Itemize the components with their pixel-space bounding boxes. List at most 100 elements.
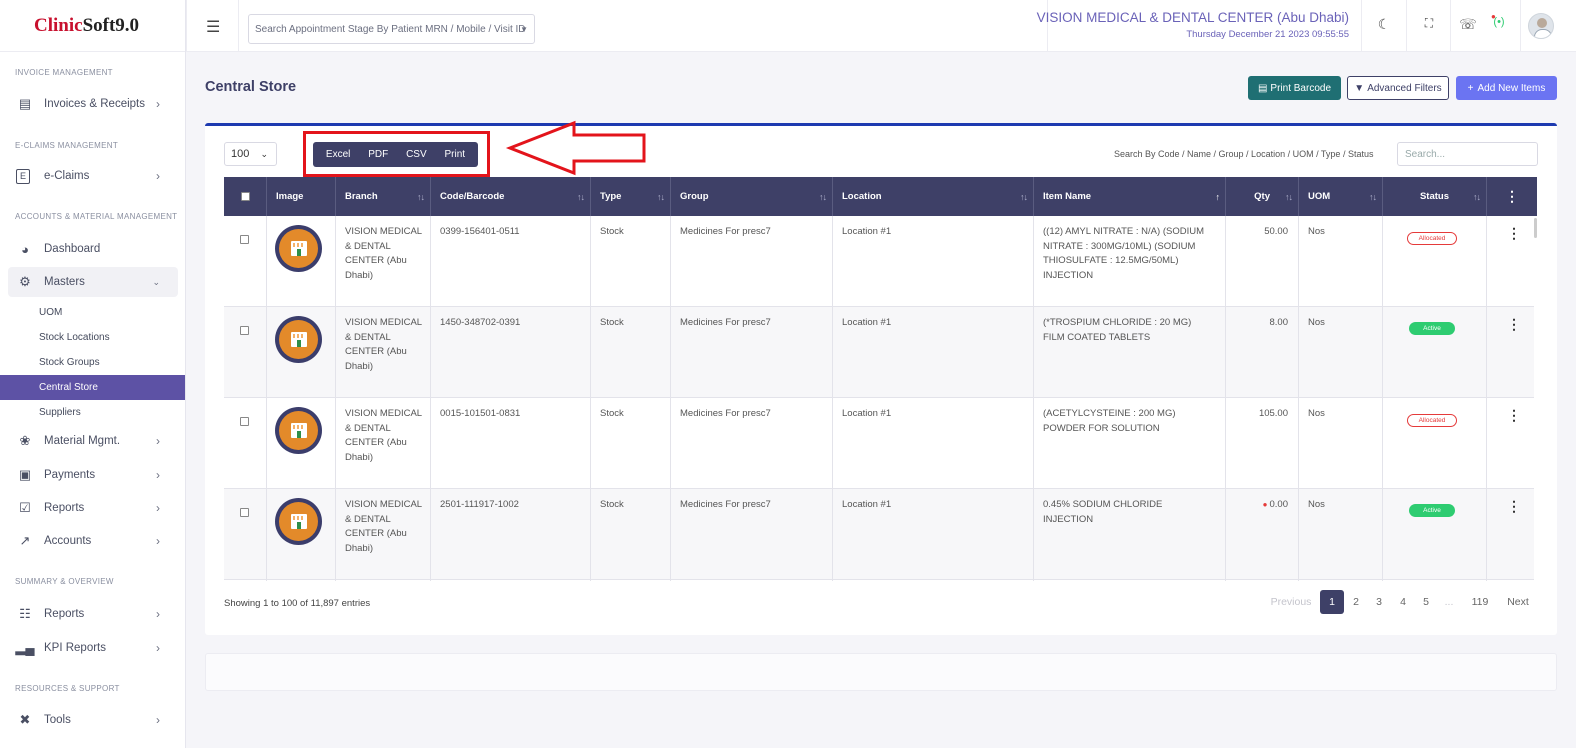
cell-type: Stock	[591, 307, 671, 398]
appointment-search-select[interactable]: Search Appointment Stage By Patient MRN …	[248, 14, 535, 44]
col-item-name[interactable]: Item Name ↑	[1034, 177, 1226, 216]
col-location[interactable]: Location ↑↓	[833, 177, 1034, 216]
pagination-page-4[interactable]: 4	[1393, 590, 1413, 614]
clinic-info: VISION MEDICAL & DENTAL CENTER (Abu Dhab…	[1037, 10, 1349, 40]
chevron-down-icon: ⌄	[152, 276, 160, 287]
chevron-down-icon: ⌄	[260, 148, 268, 159]
chevron-right-icon: ›	[156, 97, 160, 111]
cell-item-name: ((12) AMYL NITRATE : N/A) (SODIUM NITRAT…	[1034, 216, 1226, 307]
app-logo[interactable]: Clinic Soft 9.0	[0, 0, 185, 52]
sidebar-item-label: Invoices & Receipts	[44, 98, 145, 110]
sidebar-sub-suppliers[interactable]: Suppliers	[0, 400, 185, 425]
col-uom[interactable]: UOM ↑↓	[1299, 177, 1383, 216]
broadcast-icon[interactable]: (•) ●	[1489, 12, 1509, 28]
fullscreen-icon[interactable]: ⛶	[1419, 16, 1439, 31]
chevron-right-icon: ›	[156, 434, 160, 448]
moon-icon[interactable]: ☾	[1374, 16, 1394, 33]
row-actions-icon[interactable]: ⋮	[1507, 316, 1521, 333]
select-all-checkbox-cell[interactable]	[224, 177, 267, 216]
table-scrollbar[interactable]	[1534, 216, 1537, 581]
report-icon: ☑	[19, 500, 31, 515]
sidebar-item-eclaims[interactable]: E e-Claims ›	[8, 161, 178, 191]
cell-location: Location #1	[833, 307, 1034, 398]
secondary-card	[205, 653, 1557, 691]
cell-uom: Nos	[1299, 398, 1383, 489]
button-label: Print Barcode	[1270, 82, 1332, 94]
sidebar-sub-stock-locations[interactable]: Stock Locations	[0, 325, 185, 350]
pagination-page-5[interactable]: 5	[1416, 590, 1436, 614]
sidebar-item-tools[interactable]: ✖ Tools ›	[8, 705, 178, 735]
sidebar-item-payments[interactable]: ▣ Payments ›	[8, 460, 178, 490]
button-label: Add New Items	[1477, 82, 1546, 94]
advanced-filters-button[interactable]: ▼ Advanced Filters	[1347, 76, 1449, 100]
cell-uom: Nos	[1299, 216, 1383, 307]
menu-icon[interactable]: ☰	[206, 17, 220, 37]
sort-icon: ↑↓	[417, 191, 425, 202]
col-branch[interactable]: Branch ↑↓	[336, 177, 431, 216]
cell-item-name: (*TROSPIUM CHLORIDE : 20 MG) FILM COATED…	[1034, 307, 1226, 398]
sidebar-item-summary-reports[interactable]: ☷ Reports ›	[8, 599, 178, 629]
invoice-icon: ▤	[18, 96, 32, 111]
sidebar-sub-uom[interactable]: UOM	[0, 300, 185, 325]
row-actions-icon[interactable]: ⋮	[1507, 225, 1521, 242]
row-checkbox[interactable]	[240, 235, 249, 244]
row-checkbox[interactable]	[240, 417, 249, 426]
sort-icon: ↑↓	[819, 191, 827, 202]
table-row: VISION MEDICAL & DENTAL CENTER (Abu Dhab…	[224, 307, 1534, 398]
sidebar-item-invoices[interactable]: ▤ Invoices & Receipts ›	[8, 89, 178, 119]
col-image: Image	[267, 177, 336, 216]
col-type[interactable]: Type ↑↓	[591, 177, 671, 216]
sidebar-item-label: Masters	[44, 276, 85, 288]
cell-branch: VISION MEDICAL & DENTAL CENTER (Abu Dhab…	[336, 398, 431, 489]
tools-icon: ✖	[19, 712, 31, 727]
material-icon: ❀	[19, 433, 31, 448]
page-size-select[interactable]: 100 ⌄	[224, 142, 277, 166]
sort-asc-icon: ↑	[1215, 191, 1220, 202]
clipboard-icon: ☷	[19, 606, 31, 621]
select-all-checkbox[interactable]	[240, 192, 250, 201]
pagination-page-1[interactable]: 1	[1320, 590, 1344, 614]
col-group[interactable]: Group ↑↓	[671, 177, 833, 216]
topbar: ☰ Search Appointment Stage By Patient MR…	[186, 0, 1576, 52]
chevron-right-icon: ›	[156, 607, 160, 621]
col-status[interactable]: Status ↑↓	[1383, 177, 1487, 216]
sort-icon: ↑↓	[1473, 191, 1481, 202]
add-new-items-button[interactable]: + Add New Items	[1456, 76, 1557, 100]
sidebar-sub-stock-groups[interactable]: Stock Groups	[0, 350, 185, 375]
section-invoice: INVOICE MANAGEMENT	[15, 68, 113, 77]
sidebar-item-accounts[interactable]: ↗ Accounts ›	[8, 526, 178, 556]
sidebar-item-masters[interactable]: ⚙ Masters ⌄	[8, 267, 178, 297]
table-search-input[interactable]: Search...	[1397, 142, 1538, 166]
highlight-box	[303, 131, 490, 177]
sidebar-sub-central-store[interactable]: Central Store	[0, 375, 185, 400]
pagination-page-last[interactable]: 119	[1466, 590, 1494, 614]
sidebar-item-dashboard[interactable]: ◕ Dashboard	[8, 234, 178, 264]
sidebar-item-reports[interactable]: ☑ Reports ›	[8, 493, 178, 523]
sidebar-item-material[interactable]: ❀ Material Mgmt. ›	[8, 426, 178, 456]
row-actions-icon[interactable]: ⋮	[1507, 407, 1521, 424]
current-datetime: Thursday December 21 2023 09:55:55	[1186, 29, 1349, 40]
pagination-page-3[interactable]: 3	[1369, 590, 1389, 614]
search-placeholder: Search Appointment Stage By Patient MRN …	[255, 23, 526, 35]
chevron-right-icon: ›	[156, 468, 160, 482]
chevron-right-icon: ›	[156, 534, 160, 548]
pagination-next[interactable]: Next	[1502, 590, 1534, 614]
print-barcode-button[interactable]: ▤ Print Barcode	[1248, 76, 1341, 100]
sidebar-item-kpi[interactable]: ▂▄ KPI Reports ›	[8, 633, 178, 663]
pagination-previous[interactable]: Previous	[1268, 590, 1314, 614]
sidebar-item-label: e-Claims	[44, 170, 90, 182]
sidebar-item-label: Accounts	[44, 535, 92, 547]
row-actions-icon[interactable]: ⋮	[1507, 498, 1521, 515]
avatar[interactable]	[1528, 13, 1554, 39]
pagination-page-2[interactable]: 2	[1346, 590, 1366, 614]
col-qty[interactable]: Qty ↑↓	[1226, 177, 1299, 216]
row-checkbox[interactable]	[240, 508, 249, 517]
sort-icon: ↑↓	[657, 191, 665, 202]
column-options-icon[interactable]: ⋮	[1487, 177, 1537, 216]
table-row: VISION MEDICAL & DENTAL CENTER (Abu Dhab…	[224, 398, 1534, 489]
sidebar-item-label: Reports	[44, 608, 85, 620]
headset-icon[interactable]: ☏	[1458, 16, 1478, 33]
row-checkbox[interactable]	[240, 326, 249, 335]
cell-group: Medicines For presc7	[671, 216, 833, 307]
col-code[interactable]: Code/Barcode ↑↓	[431, 177, 591, 216]
